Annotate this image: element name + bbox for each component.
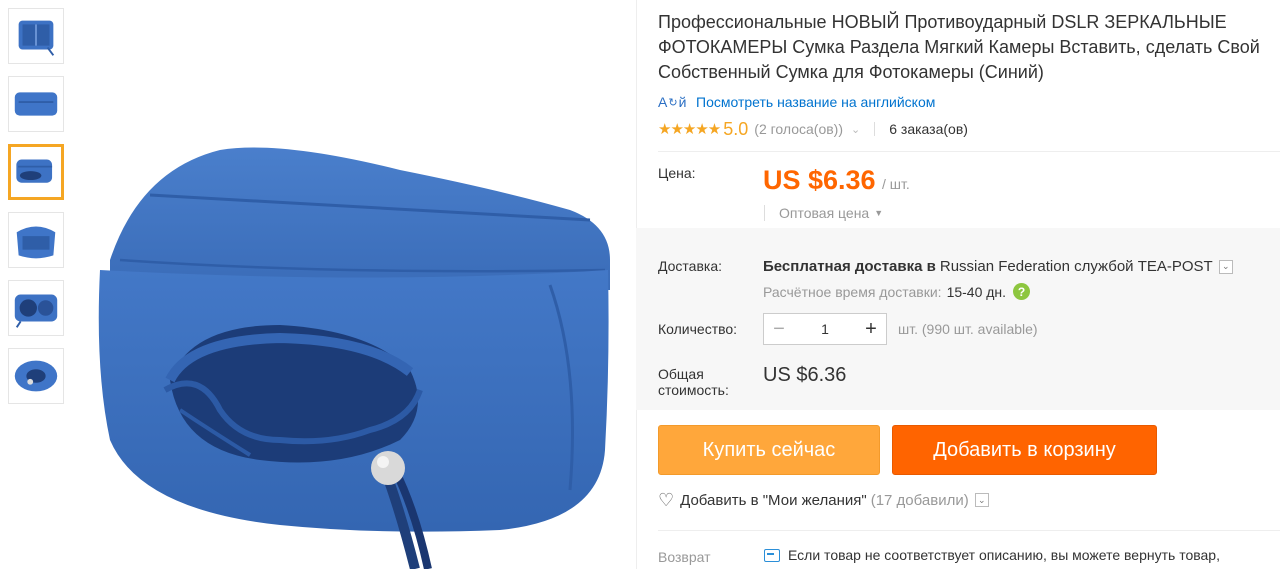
shipping-label: Доставка: [658,258,723,274]
quantity-input[interactable] [794,314,856,344]
thumbnail-3-selected[interactable] [8,144,64,200]
wholesale-price-label: Оптовая цена [779,205,870,221]
delivery-time-label: Расчётное время доставки: [763,283,942,300]
buy-now-button[interactable]: Купить сейчас [658,425,880,475]
thumbnail-6[interactable] [8,348,64,404]
total-cost-label: Общая стоимость: [658,366,729,398]
total-cost-value: US $6.36 [763,364,847,386]
rating-row: ★★★★★ 5.0 (2 голоса(ов)) ⌄ 6 заказа(ов) [658,118,968,140]
wishlist-count: (17 добавили) [870,491,969,509]
returns-text: Если товар не соответствует описанию, вы… [788,547,1220,563]
votes-count-link[interactable]: (2 голоса(ов)) [754,121,843,137]
free-shipping-text: Бесплатная доставка в [763,258,936,275]
returns-info: Если товар не соответствует описанию, вы… [764,547,1220,563]
price-value: US $6.36 [763,165,876,195]
caret-down-icon: ▼ [874,208,884,218]
heart-icon: ♡ [658,489,675,510]
price-label: Цена: [658,165,696,181]
shipping-info: Бесплатная доставка в Russian Federation… [763,258,1233,275]
quantity-increase-button[interactable]: + [856,314,886,344]
quantity-available: шт. (990 шт. available) [898,321,1038,337]
delivery-time: Расчётное время доставки: 15-40 дн. ? [763,283,1031,300]
wishlist-label: Добавить в "Мои желания" [680,491,867,509]
help-icon[interactable]: ? [1013,283,1031,300]
rating-value: 5.0 [723,118,749,139]
add-to-wishlist[interactable]: ♡ Добавить в "Мои желания" (17 добавили)… [658,490,989,510]
shipping-options-dropdown-icon[interactable]: ⌄ [1218,259,1233,274]
chevron-down-icon[interactable]: ⌄ [851,123,860,136]
product-main-image [80,110,620,569]
wishlist-dropdown-icon[interactable]: ⌄ [974,493,989,507]
separator [874,122,876,136]
orders-count: 6 заказа(ов) [889,121,968,137]
separator [764,205,765,221]
quantity-label: Количество: [658,321,738,337]
add-to-cart-button[interactable]: Добавить в корзину [892,425,1157,475]
view-english-title-link[interactable]: Посмотреть название на английском [696,94,935,110]
price-per-unit: / шт. [882,176,910,192]
returns-label: Возврат [658,549,711,565]
translate-row: A ↻ й Посмотреть название на английском [658,92,935,112]
thumbnail-2[interactable] [8,76,64,132]
shipping-destination: Russian Federation службой TEA-POST [939,258,1213,275]
quantity-stepper: − + [763,313,887,345]
divider [658,530,1280,531]
divider [658,151,1280,152]
quantity-decrease-button[interactable]: − [764,314,794,344]
rating-stars-icon: ★★★★★ [658,121,721,138]
translate-icon: A ↻ й [658,94,687,110]
product-title: Профессиональные НОВЫЙ Противоударный DS… [658,12,1260,82]
thumbnail-4[interactable] [8,212,64,268]
return-policy-icon [764,548,780,562]
thumbnail-5[interactable] [8,280,64,336]
wholesale-price-toggle[interactable]: Оптовая цена ▼ [764,203,883,223]
delivery-time-value: 15-40 дн. [946,283,1007,300]
thumbnail-1[interactable] [8,8,64,64]
